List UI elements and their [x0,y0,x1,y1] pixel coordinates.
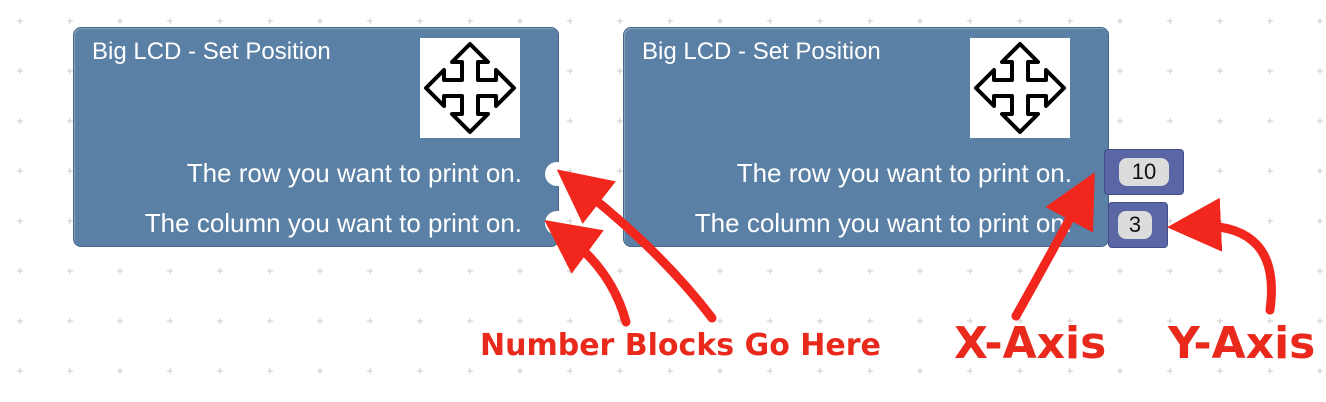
column-number-block[interactable]: 3 [1108,202,1168,248]
block-title: Big LCD - Set Position [92,38,331,65]
row-input-label: The row you want to print on. [736,158,1072,188]
row-input-label: The row you want to print on. [186,158,522,188]
column-input-label: The column you want to print on. [144,208,522,238]
row-number-field[interactable]: 10 [1119,158,1169,186]
move-arrows-icon [970,38,1070,138]
row-input-socket[interactable] [545,162,559,186]
column-input-socket[interactable] [545,211,559,235]
set-position-block-2[interactable]: Big LCD - Set Position The row you want … [623,27,1109,247]
number-blocks-annotation: Number Blocks Go Here [480,328,881,363]
y-axis-annotation: Y-Axis [1168,318,1316,369]
block-title: Big LCD - Set Position [642,38,881,65]
column-number-field[interactable]: 3 [1118,211,1152,239]
set-position-block-1[interactable]: Big LCD - Set Position The row you want … [73,27,559,247]
row-number-block[interactable]: 10 [1104,149,1184,195]
x-axis-annotation: X-Axis [954,318,1107,369]
column-input-label: The column you want to print on. [694,208,1072,238]
move-arrows-icon [420,38,520,138]
